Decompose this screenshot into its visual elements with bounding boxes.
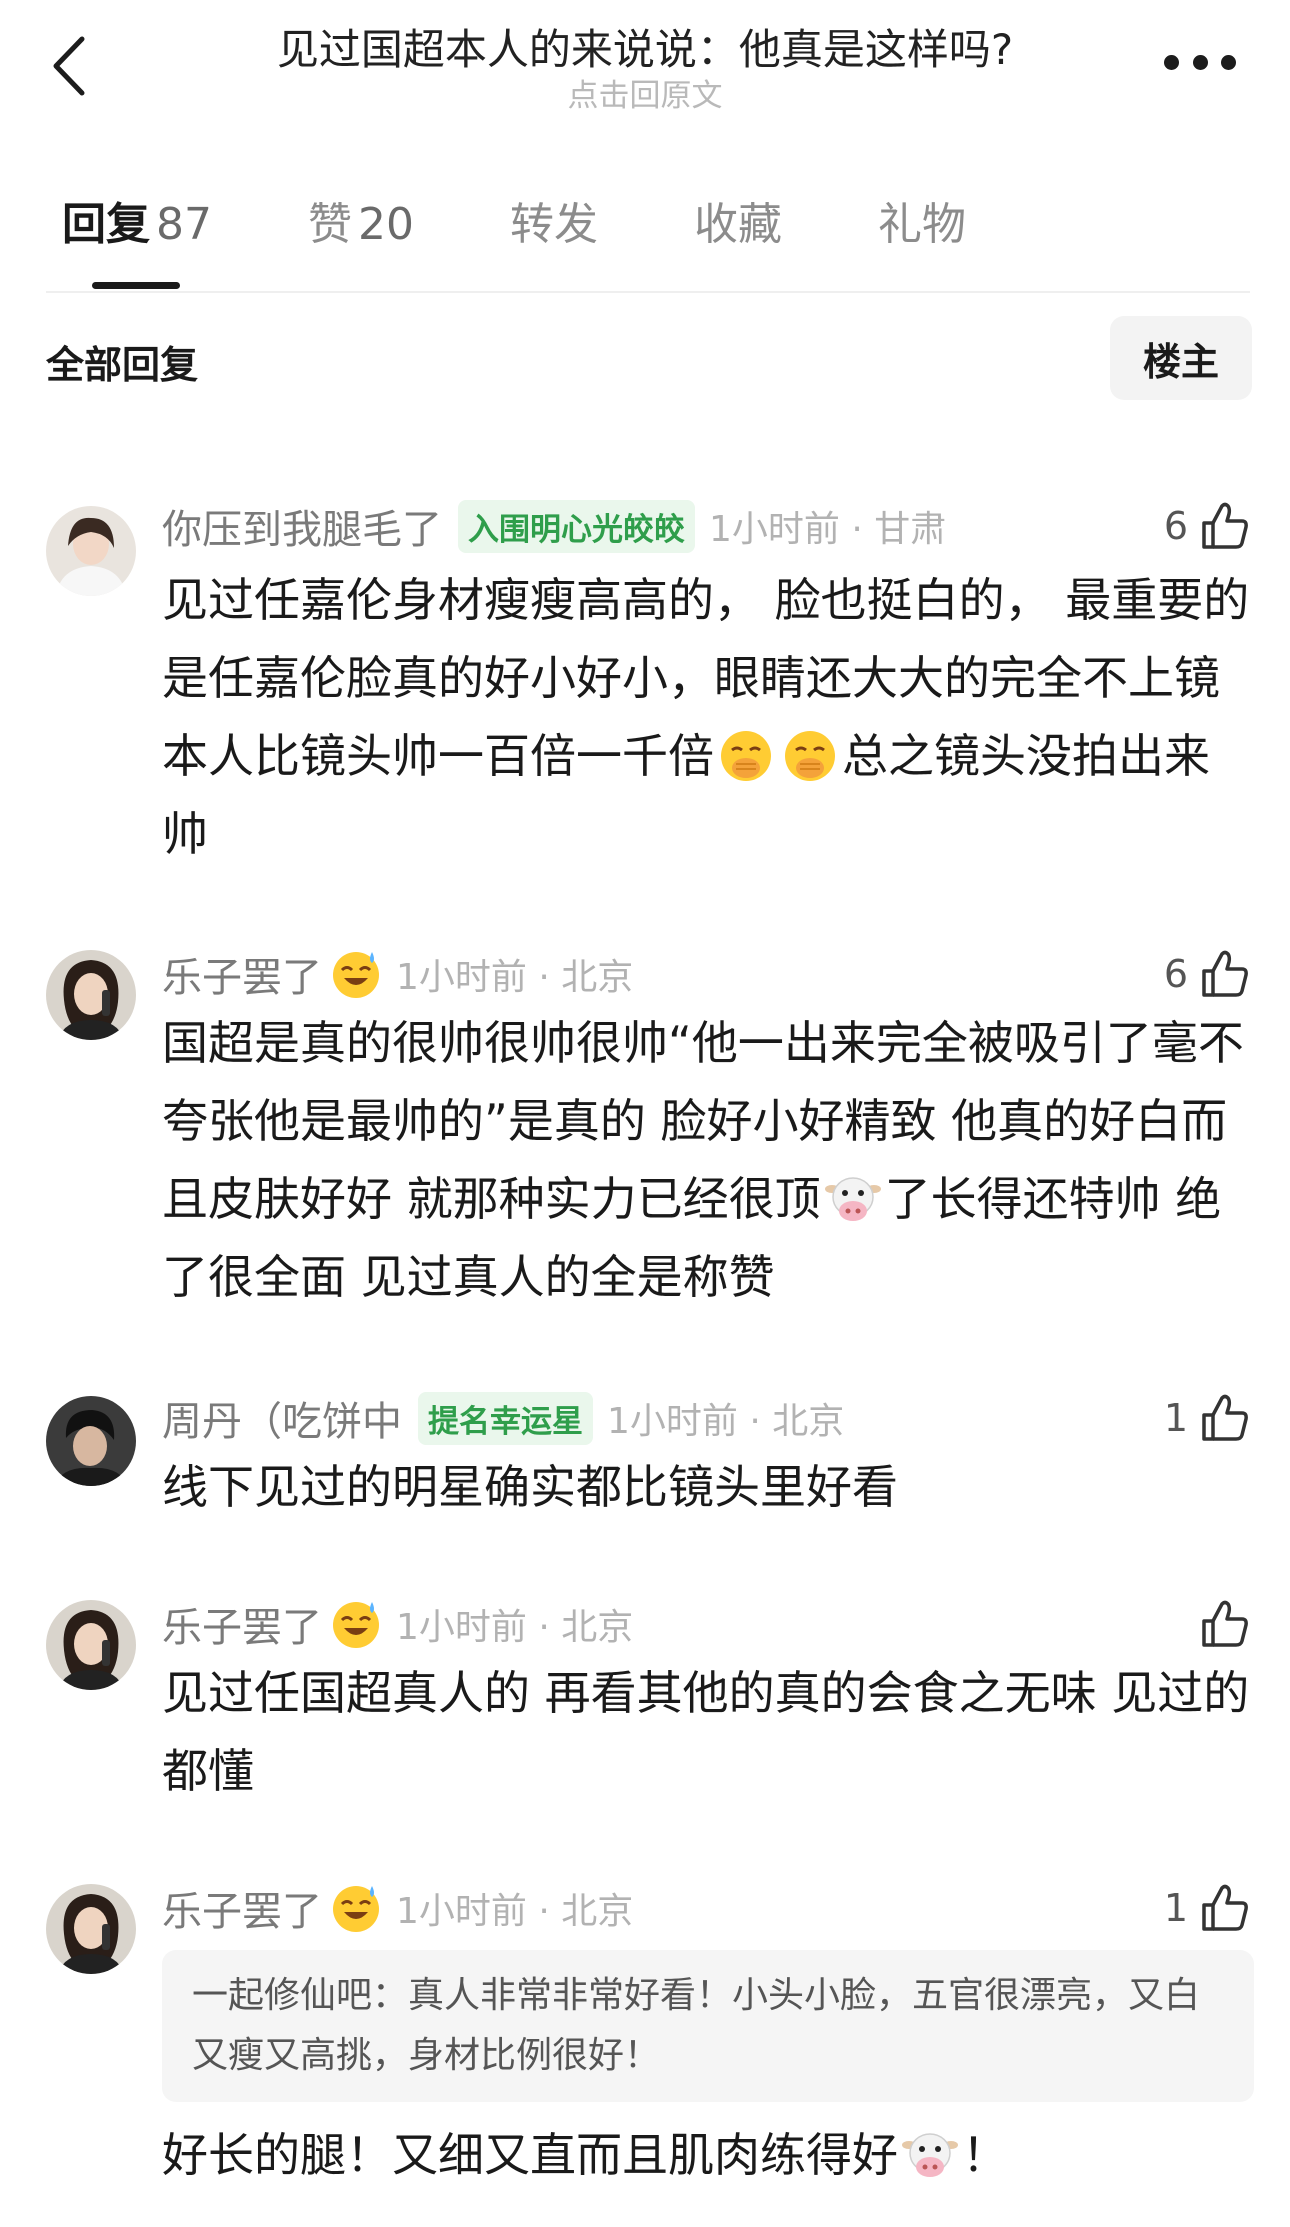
tab-replies[interactable]: 回复 87 bbox=[62, 190, 212, 260]
comment-time-location: 1小时前 · 北京 bbox=[607, 1401, 845, 1442]
hand-over-mouth-emoji bbox=[718, 728, 774, 784]
like-button[interactable]: 6 bbox=[1164, 498, 1250, 554]
avatar[interactable] bbox=[46, 1396, 136, 1486]
back-to-original-link[interactable]: 点击回原文 bbox=[160, 70, 1130, 115]
avatar[interactable] bbox=[46, 950, 136, 1040]
tab-divider bbox=[46, 291, 1250, 293]
username[interactable]: 乐子罢了 bbox=[162, 1595, 322, 1653]
owner-only-button[interactable]: 楼主 bbox=[1110, 316, 1252, 400]
quoted-reply[interactable]: 一起修仙吧：真人非常非常好看！小头小脸，五官很漂亮，又白又瘦又高挑，身材比例很好… bbox=[162, 1950, 1254, 2102]
grinning-sweat-emoji bbox=[330, 1598, 382, 1650]
username[interactable]: 乐子罢了 bbox=[162, 945, 322, 1003]
username[interactable]: 周丹（吃饼中 bbox=[162, 1389, 402, 1447]
cow-face-emoji bbox=[825, 1171, 881, 1227]
tab-bar: 回复 87 赞 20 转发 收藏 礼物 bbox=[62, 190, 1062, 260]
username[interactable]: 你压到我腿毛了 bbox=[162, 497, 442, 555]
comment-text: 见过任嘉伦身材瘦瘦高高的， 脸也挺白的， 最重要的是任嘉伦脸真的好小好小，眼睛还… bbox=[162, 573, 1250, 861]
thumb-up-icon bbox=[1200, 1599, 1250, 1649]
thumb-up-icon bbox=[1200, 1393, 1250, 1443]
comment-meta: 乐子罢了 1小时前 · 北京 bbox=[162, 946, 633, 1002]
status-badge[interactable]: 入围明心光皎皎 bbox=[458, 499, 695, 553]
comment-text: 国超是真的很帅很帅很帅“他一出来完全被吸引了毫不夸张他是最帅的”是真的 脸好小好… bbox=[162, 1016, 1244, 1304]
active-tab-indicator bbox=[92, 282, 180, 289]
comment-time-location: 1小时前 · 甘肃 bbox=[709, 509, 947, 550]
comment-meta: 周丹（吃饼中 提名幸运星 1小时前 · 北京 bbox=[162, 1390, 844, 1446]
more-dots-icon[interactable] bbox=[1164, 52, 1236, 72]
thumb-up-icon bbox=[1200, 1883, 1250, 1933]
thumb-up-icon bbox=[1200, 949, 1250, 999]
comment-text: 线下见过的明星确实都比镜头里好看 bbox=[162, 1460, 898, 1514]
hand-over-mouth-emoji bbox=[782, 728, 838, 784]
post-title: 见过国超本人的来说说：他真是这样吗? bbox=[276, 25, 1014, 74]
comment-meta: 你压到我腿毛了 入围明心光皎皎 1小时前 · 甘肃 bbox=[162, 498, 946, 554]
comment-text: 见过任国超真人的 再看其他的真的会食之无味 见过的都懂 bbox=[162, 1666, 1250, 1798]
grinning-sweat-emoji bbox=[330, 948, 382, 1000]
like-count: 1 bbox=[1163, 1396, 1188, 1440]
comment-meta: 乐子罢了 1小时前 · 北京 bbox=[162, 1880, 633, 1936]
status-badge[interactable]: 提名幸运星 bbox=[418, 1391, 593, 1445]
tab-reposts[interactable]: 转发 bbox=[510, 190, 598, 260]
like-button[interactable]: 1 bbox=[1164, 1390, 1250, 1446]
tab-likes[interactable]: 赞 20 bbox=[308, 190, 414, 260]
like-button[interactable]: 1 bbox=[1164, 1880, 1250, 1936]
like-button[interactable]: 6 bbox=[1164, 946, 1250, 1002]
thumb-up-icon bbox=[1200, 501, 1250, 551]
tab-gifts[interactable]: 礼物 bbox=[878, 190, 966, 260]
all-replies-label: 全部回复 bbox=[46, 343, 199, 387]
comment-time-location: 1小时前 · 北京 bbox=[396, 1607, 634, 1648]
cow-face-emoji bbox=[902, 2127, 958, 2183]
avatar[interactable] bbox=[46, 1884, 136, 1974]
like-count: 6 bbox=[1163, 952, 1188, 996]
like-count: 1 bbox=[1163, 1886, 1188, 1930]
like-count: 6 bbox=[1163, 504, 1188, 548]
comment-meta: 乐子罢了 1小时前 · 北京 bbox=[162, 1596, 633, 1652]
avatar[interactable] bbox=[46, 1600, 136, 1690]
comment-text: 好长的腿！又细又直而且肌肉练得好！ bbox=[162, 2127, 1008, 2183]
avatar[interactable] bbox=[46, 506, 136, 596]
grinning-sweat-emoji bbox=[330, 1882, 382, 1934]
comment-time-location: 1小时前 · 北京 bbox=[396, 1891, 634, 1932]
username[interactable]: 乐子罢了 bbox=[162, 1879, 322, 1937]
comment-time-location: 1小时前 · 北京 bbox=[396, 957, 634, 998]
back-chevron-icon[interactable] bbox=[38, 28, 98, 104]
tab-favorites[interactable]: 收藏 bbox=[694, 190, 782, 260]
like-button[interactable] bbox=[1188, 1596, 1250, 1652]
